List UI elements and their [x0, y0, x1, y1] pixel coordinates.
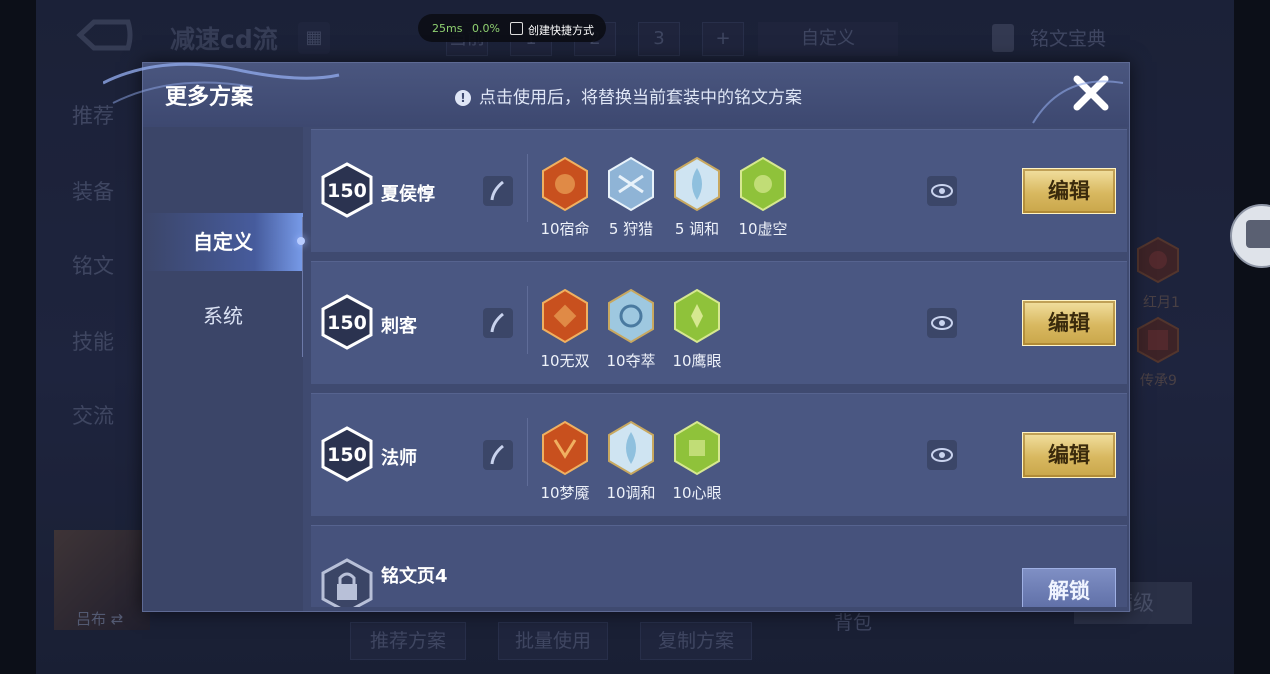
svg-text:150: 150 — [327, 180, 367, 202]
row-divider — [527, 286, 528, 354]
plan-list: 150 夏侯惇 10宿命 5 狩猎 5 调和 10虚空 编辑 150 刺客 10… — [311, 129, 1127, 607]
edit-button[interactable]: 编辑 — [1022, 300, 1116, 346]
shortcut-icon — [510, 22, 523, 35]
eagle-eye-rune-icon — [674, 288, 720, 344]
plan-category-tabs: 自定义 系统 — [143, 127, 305, 611]
rune-slot: 10虚空 — [735, 156, 791, 246]
harmony-rune-icon — [608, 420, 654, 476]
harmony-rune-icon — [674, 156, 720, 212]
nightmare-rune-icon — [542, 420, 588, 476]
decor-swirl-icon — [1032, 80, 1124, 124]
plan-name: 铭文页4 — [381, 566, 448, 587]
plunder-rune-icon — [608, 288, 654, 344]
plan-row-locked[interactable]: 铭文页4 解锁 — [311, 525, 1127, 607]
rune-slot: 10无双 — [537, 288, 593, 378]
eye-icon[interactable] — [927, 440, 957, 470]
rune-slot: 5 调和 — [669, 156, 725, 246]
unrivaled-rune-icon — [542, 288, 588, 344]
rune-slot: 10梦魇 — [537, 420, 593, 510]
level-badge-icon: 150 — [321, 162, 373, 218]
edit-button[interactable]: 编辑 — [1022, 168, 1116, 214]
rune-slot: 10心眼 — [669, 420, 725, 510]
level-badge-icon: 150 — [321, 294, 373, 350]
rune-slot: 10调和 — [603, 420, 659, 510]
heart-eye-rune-icon — [674, 420, 720, 476]
rename-icon[interactable] — [483, 176, 513, 206]
decor-swirl-icon — [103, 62, 340, 104]
info-icon: ! — [455, 90, 471, 106]
rename-icon[interactable] — [483, 440, 513, 470]
lock-icon — [321, 558, 373, 607]
plan-row[interactable]: 150 刺客 10无双 10夺萃 10鹰眼 编辑 — [311, 261, 1127, 384]
rune-slot: 10宿命 — [537, 156, 593, 246]
svg-text:150: 150 — [327, 444, 367, 466]
void-rune-icon — [740, 156, 786, 212]
unlock-button[interactable]: 解锁 — [1022, 568, 1116, 607]
edit-button[interactable]: 编辑 — [1022, 432, 1116, 478]
hunt-rune-icon — [608, 156, 654, 212]
rune-slot: 10鹰眼 — [669, 288, 725, 378]
floating-menu-button[interactable] — [1230, 204, 1270, 268]
rune-label: 10心眼 — [672, 484, 722, 502]
latency-value: 25ms — [432, 22, 463, 35]
loss-value: 0.0% — [472, 22, 500, 35]
fate-rune-icon — [542, 156, 588, 212]
create-shortcut-link[interactable]: 创建快捷方式 — [528, 22, 594, 38]
eye-icon[interactable] — [927, 308, 957, 338]
rune-slot: 10夺萃 — [603, 288, 659, 378]
row-divider — [527, 154, 528, 222]
row-divider — [527, 418, 528, 486]
rename-icon[interactable] — [483, 308, 513, 338]
modal-hint: ! 点击使用后，将替换当前套装中的铭文方案 — [455, 83, 802, 108]
eye-icon[interactable] — [927, 176, 957, 206]
tab-custom[interactable]: 自定义 — [143, 213, 303, 271]
level-badge-icon: 150 — [321, 426, 373, 482]
more-plans-modal: 更多方案 ! 点击使用后，将替换当前套装中的铭文方案 自定义 系统 150 夏侯惇… — [103, 62, 1130, 612]
plan-name: 法师 — [381, 448, 417, 469]
floating-menu-icon — [1246, 220, 1270, 248]
plan-name: 刺客 — [381, 316, 417, 337]
plan-row[interactable]: 150 夏侯惇 10宿命 5 狩猎 5 调和 10虚空 编辑 — [311, 129, 1127, 252]
active-tab-indicator — [297, 237, 305, 245]
rune-label: 10鹰眼 — [672, 352, 722, 370]
rune-slot: 5 狩猎 — [603, 156, 659, 246]
tab-system[interactable]: 系统 — [143, 287, 303, 345]
rune-label: 10虚空 — [738, 220, 788, 238]
svg-text:150: 150 — [327, 312, 367, 334]
plan-row[interactable]: 150 法师 10梦魇 10调和 10心眼 编辑 — [311, 393, 1127, 516]
network-hud: 25ms 0.0% 创建快捷方式 — [418, 14, 606, 42]
plan-name: 夏侯惇 — [381, 184, 435, 205]
